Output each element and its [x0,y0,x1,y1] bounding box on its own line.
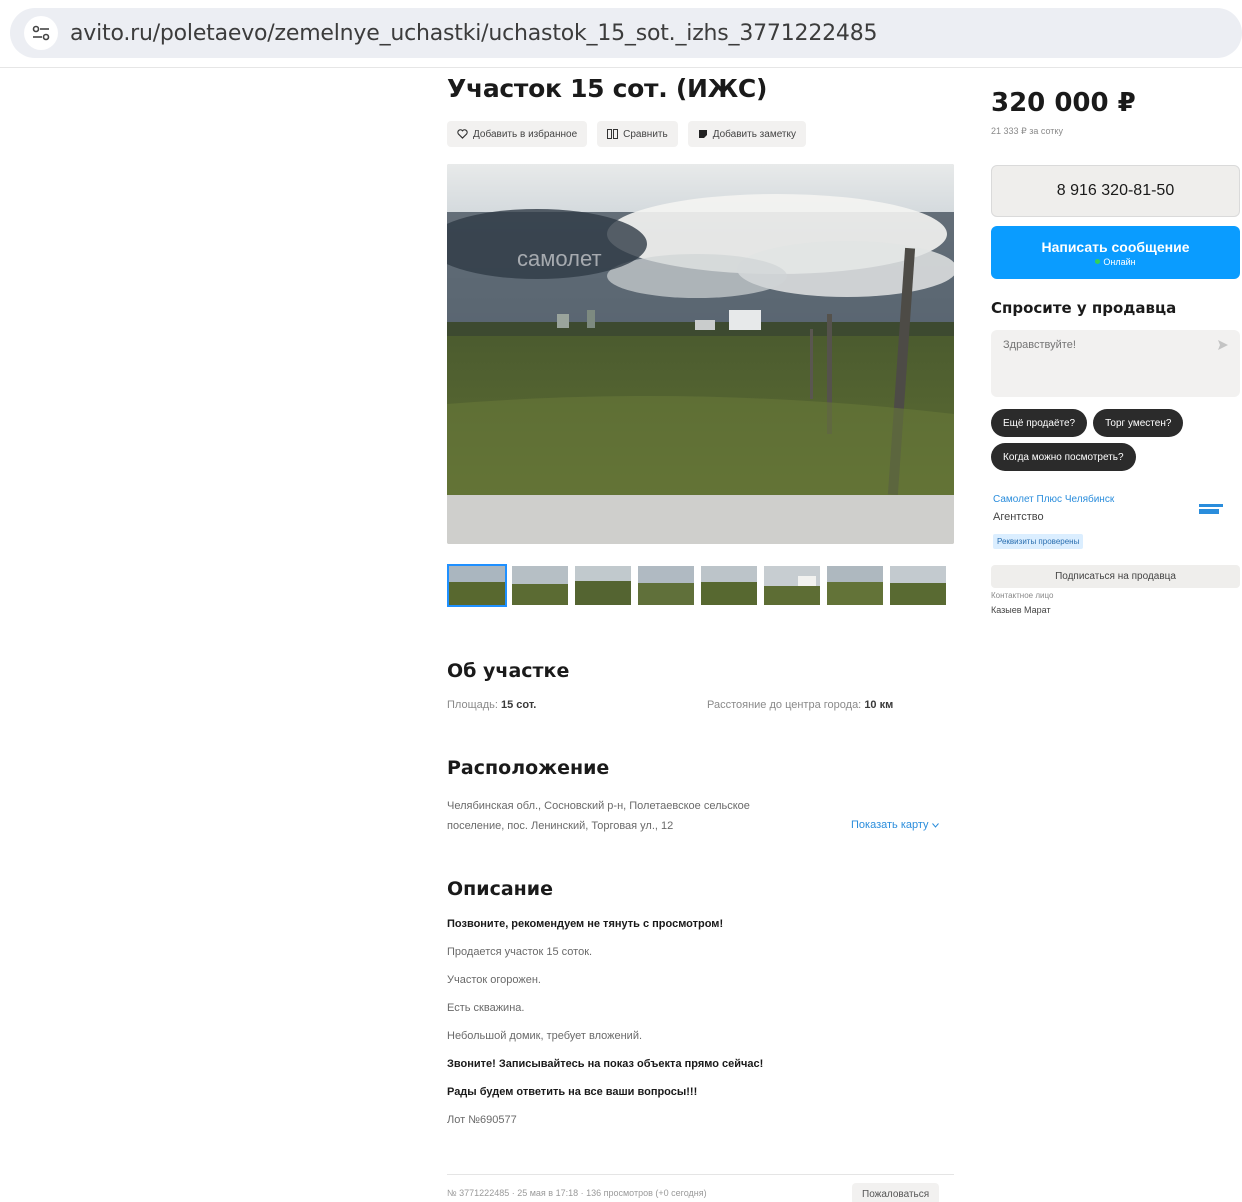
distance-value: 10 км [864,699,894,711]
description-line: Лот №690577 [447,1114,517,1126]
photo-thumbnails [447,564,948,607]
description-line: Есть скважина. [447,1002,525,1014]
thumbnail[interactable] [510,564,570,607]
thumbnail[interactable] [447,564,507,607]
verified-badge: Реквизиты проверены [993,534,1084,549]
ask-seller-input[interactable] [1003,339,1203,351]
footer-divider [447,1174,954,1175]
online-status-label: Онлайн [1103,256,1136,267]
description-line: Звоните! Записывайтесь на показ объекта … [447,1058,764,1070]
quick-question-chip[interactable]: Когда можно посмотреть? [991,443,1136,471]
write-message-button[interactable]: Написать сообщение Онлайн [991,226,1240,279]
add-to-favorites-button[interactable]: Добавить в избранное [447,121,588,147]
listing-meta: № 3771222485 · 25 мая в 17:18 · 136 прос… [447,1188,707,1198]
add-note-label: Добавить заметку [712,128,796,140]
subscribe-seller-button[interactable]: Подписаться на продавца [991,565,1240,588]
listing-title: Участок 15 сот. (ИЖС) [447,74,768,103]
distance-label: Расстояние до центра города: [707,699,862,711]
main-photo-image: самолет [447,164,954,495]
ask-seller-box [991,330,1240,397]
description-line: Участок огорожен. [447,974,541,986]
area-label: Площадь: [447,699,498,711]
thumbnail[interactable] [825,564,885,607]
description-line: Рады будем ответить на все ваши вопросы!… [447,1086,698,1098]
description-line: Продается участок 15 соток. [447,946,593,958]
compare-label: Сравнить [623,128,668,140]
description-section-title: Описание [447,878,554,900]
address-line: Челябинская обл., Сосновский р-н, Полета… [447,800,750,812]
thumbnail[interactable] [699,564,759,607]
address: Челябинская обл., Сосновский р-н, Полета… [447,796,847,836]
description-line: Позвоните, рекомендуем не тянуть с просм… [447,918,724,930]
listing-actions: Добавить в избранное Сравнить Добавить з… [447,121,806,147]
seller-logo-icon[interactable] [1197,501,1225,519]
show-map-label: Показать карту [851,819,929,831]
heart-icon [457,129,468,139]
show-map-link[interactable]: Показать карту [851,819,939,831]
write-message-label: Написать сообщение [1041,238,1190,255]
area-value: 15 сот. [501,699,537,711]
add-to-favorites-label: Добавить в избранное [473,128,578,140]
note-icon [698,130,707,138]
online-status: Онлайн [1095,256,1136,267]
thumbnail[interactable] [888,564,948,607]
address-line: поселение, пос. Ленинский, Торговая ул.,… [447,820,674,832]
thumbnail[interactable] [636,564,696,607]
main-photo[interactable]: самолет [447,164,954,544]
url-field[interactable]: avito.ru/poletaevo/zemelnye_uchastki/uch… [10,8,1242,58]
description-line: Небольшой домик, требует вложений. [447,1030,643,1042]
photo-watermark: самолет [517,246,602,271]
online-dot-icon [1095,259,1101,264]
compare-icon [607,129,619,139]
show-phone-button[interactable]: 8 916 320-81-50 [991,165,1240,217]
contact-person-label: Контактное лицо [991,591,1054,600]
area-param: Площадь: 15 сот. [447,699,536,711]
compare-button[interactable]: Сравнить [597,121,678,147]
send-icon[interactable] [1217,339,1229,351]
thumbnail[interactable] [762,564,822,607]
seller-type: Агентство [993,511,1044,523]
ask-seller-title: Спросите у продавца [991,299,1177,317]
quick-questions: Ещё продаёте? Торг уместен? Когда можно … [991,409,1241,471]
add-note-button[interactable]: Добавить заметку [687,121,806,147]
price-per-unit: 21 333 ₽ за сотку [991,126,1063,136]
quick-question-chip[interactable]: Торг уместен? [1093,409,1184,437]
about-section-title: Об участке [447,660,570,682]
price: 320 000 ₽ [991,88,1136,118]
chevron-down-icon [931,823,939,828]
url-text[interactable]: avito.ru/poletaevo/zemelnye_uchastki/uch… [70,21,878,46]
location-section-title: Расположение [447,757,610,779]
site-settings-icon[interactable] [24,16,58,50]
photo-bottom-band [447,495,954,544]
browser-address-bar: avito.ru/poletaevo/zemelnye_uchastki/uch… [0,0,1242,68]
thumbnail[interactable] [573,564,633,607]
quick-question-chip[interactable]: Ещё продаёте? [991,409,1088,437]
report-button[interactable]: Пожаловаться [852,1183,940,1202]
seller-name-link[interactable]: Самолет Плюс Челябинск [993,494,1114,505]
contact-person-name: Казыев Марат [991,605,1051,615]
distance-param: Расстояние до центра города: 10 км [707,699,893,711]
